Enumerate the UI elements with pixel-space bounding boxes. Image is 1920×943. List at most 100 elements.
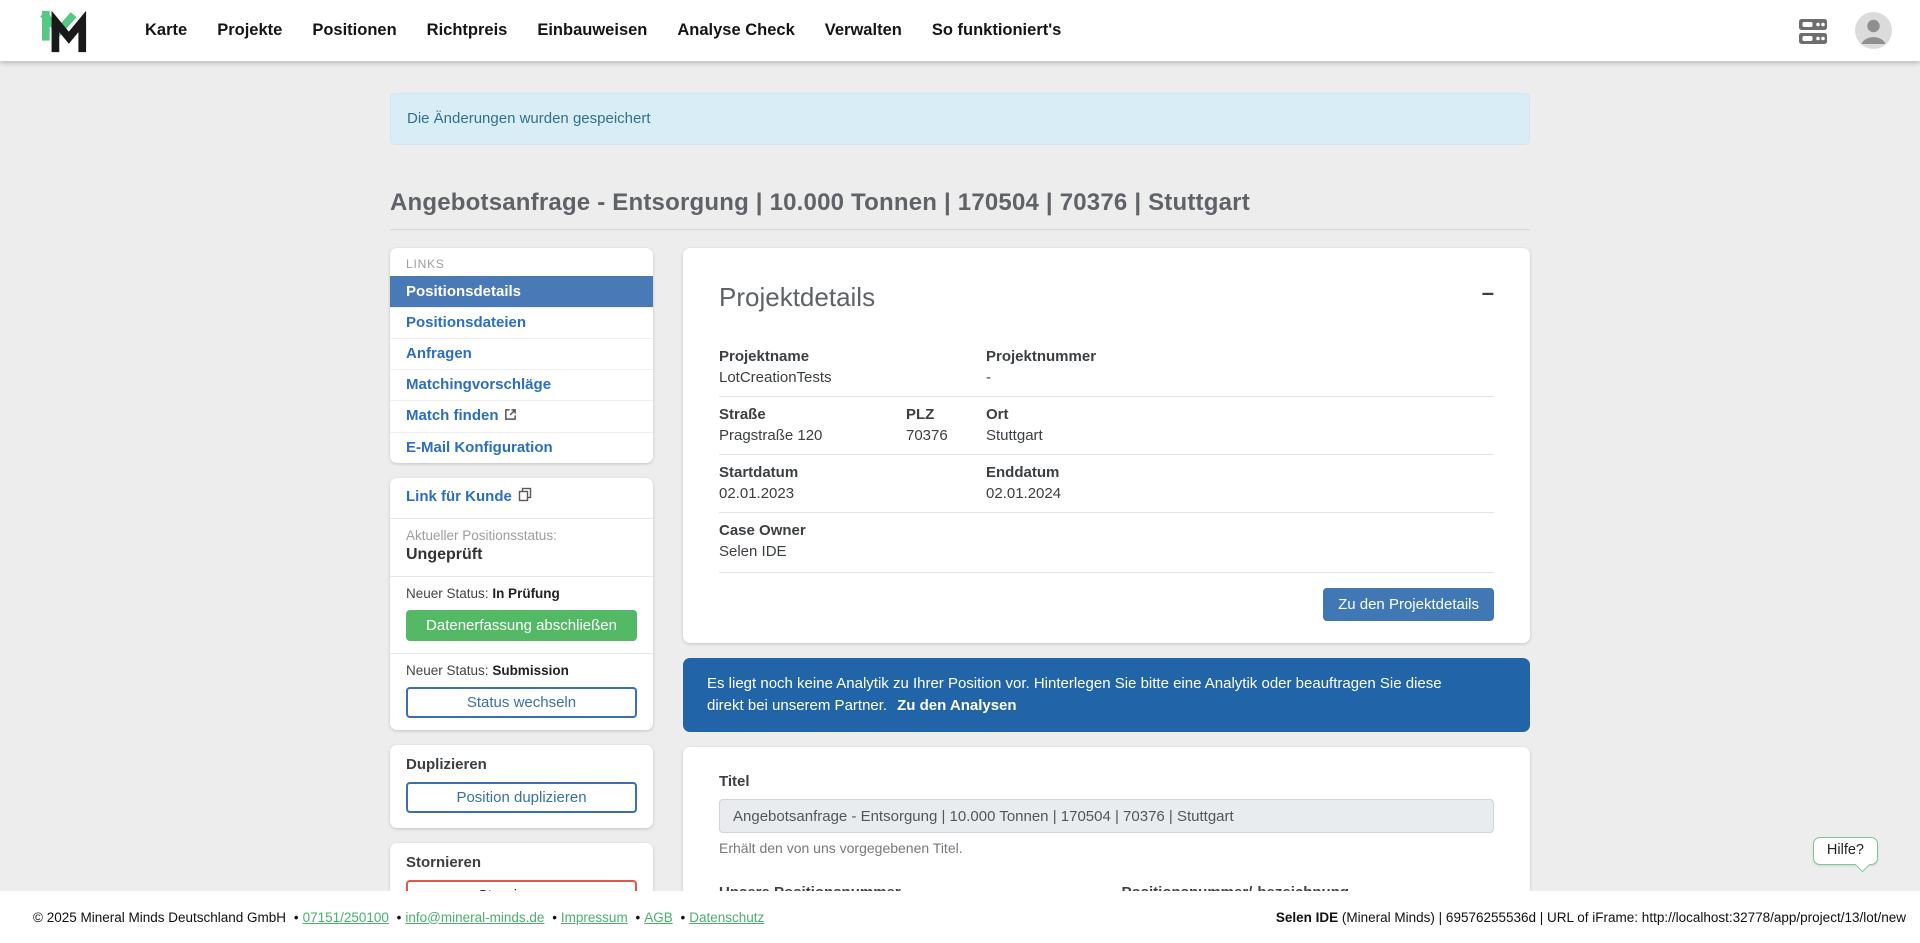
footer-session-info: (Mineral Minds) | 69576255536d | URL of … [1338,910,1906,925]
links-card: LINKS Positionsdetails Positionsdateien … [390,248,653,463]
cancel-dropdown-button[interactable]: Stornieren [406,880,637,891]
sidebar: LINKS Positionsdetails Positionsdateien … [390,248,653,891]
finish-data-entry-button[interactable]: Datenerfassung abschließen [406,610,637,641]
new-status-label: Neuer Status: [406,586,489,601]
saved-alert: Die Änderungen wurden gespeichert [390,93,1530,145]
nav-item-positionen[interactable]: Positionen [297,21,411,40]
duplicate-heading: Duplizieren [406,756,637,773]
field-value: 02.01.2023 [719,485,986,502]
current-status-label: Aktueller Positionsstatus: [406,528,637,543]
customer-link-label: Link für Kunde [406,488,512,505]
page-content: Die Änderungen wurden gespeichert Angebo… [0,61,1920,891]
page-title: Angebotsanfrage - Entsorgung | 10.000 To… [390,189,1530,217]
field-value: - [986,369,1494,386]
footer-link-phone[interactable]: 07151/250100 [303,910,389,925]
position-form-card: Titel Erhält den von uns vorgegebenen Ti… [683,747,1530,891]
footer-link-datenschutz[interactable]: Datenschutz [689,910,764,925]
nav-item-so-funktionierts[interactable]: So funktioniert's [917,21,1077,40]
sidebar-item-anfragen[interactable]: Anfragen [390,338,653,369]
footer-left: © 2025 Mineral Minds Deutschland GmbH • 0… [33,910,764,925]
field-value: Pragstraße 120 [719,427,906,444]
footer-copyright: © 2025 Mineral Minds Deutschland GmbH [33,910,286,925]
customer-link[interactable]: Link für Kunde [406,487,533,506]
change-status-button[interactable]: Status wechseln [406,687,637,718]
footer-link-impressum[interactable]: Impressum [561,910,628,925]
sidebar-item-label: Match finden [406,407,499,424]
custom-position-number-label: Positionsnummer/-bezeichnung [1122,884,1495,891]
new-status-value: In Prüfung [492,586,560,601]
field-projektname: Projektname LotCreationTests [719,339,986,396]
current-status-value: Ungeprüft [406,546,637,564]
nav-item-richtpreis[interactable]: Richtpreis [412,21,523,40]
sidebar-item-email-konfiguration[interactable]: E-Mail Konfiguration [390,432,653,463]
titel-input [719,799,1494,833]
footer-user: Selen IDE [1276,910,1338,925]
external-link-icon [504,408,517,425]
footer-right: Selen IDE (Mineral Minds) | 69576255536d… [1276,910,1906,925]
field-value: LotCreationTests [719,369,986,386]
project-details-title: Projektdetails [719,282,875,313]
nav-item-karte[interactable]: Karte [130,21,202,40]
nav-item-analyse-check[interactable]: Analyse Check [662,21,809,40]
footer-link-email[interactable]: info@mineral-minds.de [405,910,544,925]
go-to-project-details-button[interactable]: Zu den Projektdetails [1323,588,1494,621]
field-projektnummer: Projektnummer - [986,339,1494,396]
field-value: Stuttgart [986,427,1494,444]
field-label: Enddatum [986,464,1494,481]
analytics-banner: Es liegt noch keine Analytik zu Ihrer Po… [683,658,1530,732]
field-value: Selen IDE [719,543,1494,560]
copy-icon[interactable] [518,487,533,506]
nav-item-projekte[interactable]: Projekte [202,21,297,40]
duplicate-position-button[interactable]: Position duplizieren [406,782,637,813]
top-navigation: Karte Projekte Positionen Richtpreis Ein… [0,0,1920,61]
field-ort: Ort Stuttgart [986,397,1494,454]
footer-separator: • [552,910,557,925]
nav-item-verwalten[interactable]: Verwalten [810,21,917,40]
new-status-value: Submission [492,663,569,678]
mineral-minds-logo-icon[interactable] [40,8,90,54]
sidebar-item-match-finden[interactable]: Match finden [390,400,653,432]
main-menu: Karte Projekte Positionen Richtpreis Ein… [130,21,1076,40]
nav-item-einbauweisen[interactable]: Einbauweisen [522,21,662,40]
footer: © 2025 Mineral Minds Deutschland GmbH • 0… [0,891,1920,943]
sidebar-item-positionsdateien[interactable]: Positionsdateien [390,307,653,338]
field-label: Ort [986,406,1494,423]
field-label: Case Owner [719,522,1494,539]
links-card-header: LINKS [390,248,653,276]
field-label: PLZ [906,406,986,423]
new-status-line-1: Neuer Status: In Prüfung [406,586,637,601]
cancel-card: Stornieren Stornieren [390,843,653,891]
our-position-number-group: Unsere Positionsnummer Erhält eine syste… [719,884,1092,891]
analytics-banner-text: Es liegt noch keine Analytik zu Ihrer Po… [707,675,1442,714]
field-plz: PLZ 70376 [906,397,986,454]
titel-help: Erhält den von uns vorgegebenen Titel. [719,840,1494,856]
field-case-owner: Case Owner Selen IDE [719,513,1494,570]
project-details-card: Projektdetails – Projektname LotCreation… [683,248,1530,643]
field-value: 70376 [906,427,986,444]
server-panel-icon[interactable] [1795,13,1831,49]
field-value: 02.01.2024 [986,485,1494,502]
field-label: Straße [719,406,906,423]
footer-link-agb[interactable]: AGB [644,910,673,925]
footer-separator: • [397,910,402,925]
field-startdatum: Startdatum 02.01.2023 [719,455,986,512]
collapse-icon[interactable]: – [1482,282,1494,304]
footer-separator: • [294,910,299,925]
field-strasse: Straße Pragstraße 120 [719,397,906,454]
duplicate-card: Duplizieren Position duplizieren [390,745,653,828]
field-label: Projektnummer [986,348,1494,365]
titel-label: Titel [719,773,1494,790]
sidebar-item-positionsdetails[interactable]: Positionsdetails [390,276,653,307]
sidebar-item-matchingvorschlaege[interactable]: Matchingvorschläge [390,369,653,400]
field-enddatum: Enddatum 02.01.2024 [986,455,1494,512]
go-to-analyses-link[interactable]: Zu den Analysen [897,697,1016,714]
project-fields: Projektname LotCreationTests Projektnumm… [719,339,1494,570]
help-button[interactable]: Hilfe? [1813,837,1878,865]
new-status-label: Neuer Status: [406,663,489,678]
field-label: Projektname [719,348,986,365]
cancel-heading: Stornieren [406,854,637,871]
our-position-number-label: Unsere Positionsnummer [719,884,1092,891]
user-avatar-icon[interactable] [1855,12,1892,49]
new-status-line-2: Neuer Status: Submission [406,663,637,678]
footer-separator: • [680,910,685,925]
